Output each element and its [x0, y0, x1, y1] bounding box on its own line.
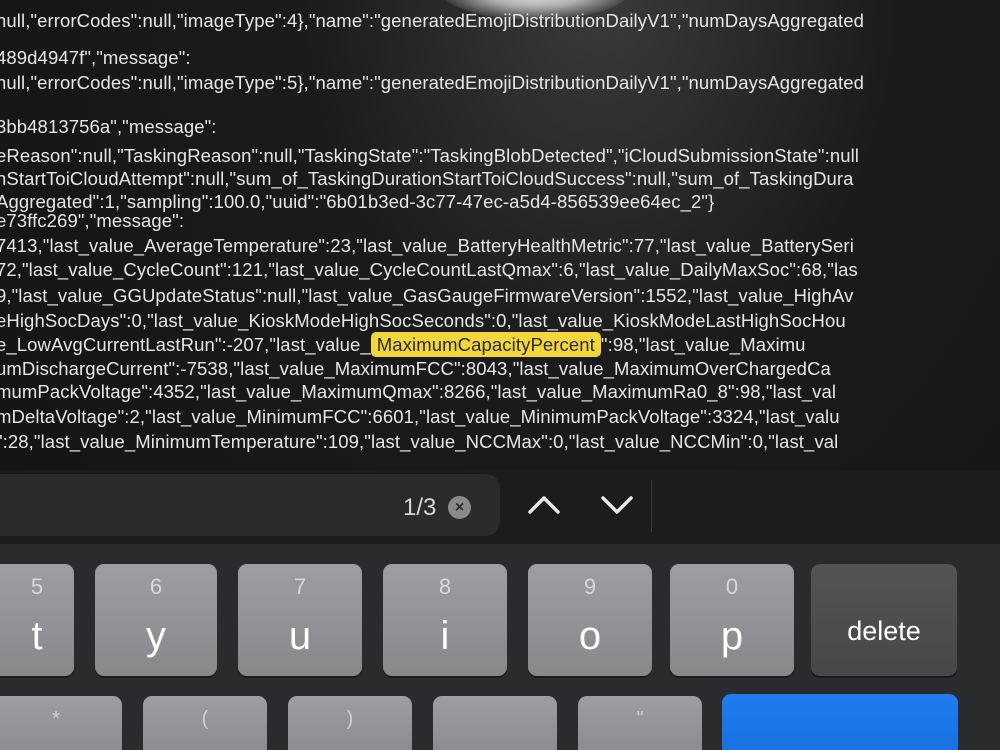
json-line: 489d4947f","message":	[0, 47, 191, 68]
key-number: 6	[149, 574, 163, 599]
screen: null,"errorCodes":null,"imageType":4},"n…	[0, 0, 1000, 750]
delete-key[interactable]: delete	[811, 564, 957, 676]
chevron-up-icon	[528, 496, 560, 514]
json-line: mDeltaVoltage":2,"last_value_MinimumFCC"…	[0, 406, 840, 427]
json-line: mumPackVoltage":4352,"last_value_Maximum…	[0, 381, 837, 402]
key-i[interactable]: 8 i	[383, 564, 507, 676]
key-number: 0	[725, 574, 739, 599]
key-u[interactable]: 7 u	[238, 564, 362, 676]
json-line: 9,"last_value_GGUpdateStatus":null,"last…	[0, 285, 854, 306]
key-open-paren[interactable]: (	[143, 696, 267, 750]
key-number: 7	[293, 574, 307, 599]
match-count: 1/3	[403, 494, 437, 521]
json-line: eHighSocDays":0,"last_value_KioskModeHig…	[0, 310, 846, 331]
clear-search-icon[interactable]: ×	[448, 496, 471, 519]
key-t[interactable]: 5 t	[0, 564, 74, 676]
key-letter: t	[31, 614, 43, 658]
json-line: e73ffc269","message":	[0, 210, 185, 231]
key-number: 5	[30, 574, 44, 599]
json-line: 3bb4813756a","message":	[0, 116, 217, 137]
search-return-key[interactable]	[722, 694, 958, 750]
key-symbol: )	[346, 708, 354, 730]
next-match-button[interactable]	[597, 488, 637, 522]
json-line: null,"errorCodes":null,"imageType":5},"n…	[0, 72, 865, 93]
key-y[interactable]: 6 y	[95, 564, 217, 676]
json-line: nStartToiCloudAttempt":null,"sum_of_Task…	[0, 168, 854, 189]
toolbar-divider	[651, 480, 652, 532]
json-line: 7413,"last_value_AverageTemperature":23,…	[0, 235, 854, 256]
key-asterisk[interactable]: *	[0, 696, 122, 750]
key-letter: o	[578, 614, 602, 658]
find-on-page-bar: 1/3 ×	[0, 470, 1000, 544]
key-o[interactable]: 9 o	[528, 564, 652, 676]
key-symbol: "	[636, 708, 644, 730]
key-p[interactable]: 0 p	[670, 564, 794, 676]
key-symbol: *	[52, 708, 60, 730]
json-line: umDischargeCurrent":-7538,"last_value_Ma…	[0, 358, 831, 379]
key-quote[interactable]: "	[578, 696, 702, 750]
find-search-field[interactable]: 1/3 ×	[0, 474, 500, 536]
previous-match-button[interactable]	[524, 488, 564, 522]
key-letter: p	[720, 614, 744, 658]
key-letter: y	[146, 614, 166, 658]
key-number: 9	[583, 574, 597, 599]
json-line: 72,"last_value_CycleCount":121,"last_val…	[0, 259, 858, 280]
delete-key-label: delete	[847, 616, 921, 646]
key-letter: i	[440, 614, 450, 658]
json-line: null,"errorCodes":null,"imageType":4},"n…	[0, 10, 865, 31]
json-line: eReason":null,"TaskingReason":null,"Task…	[0, 145, 860, 166]
on-screen-keyboard: 5 t 6 y 7 u 8 i 9 o 0 p delete * () "	[0, 544, 1000, 750]
key-number: 8	[438, 574, 452, 599]
key-close-paren[interactable]: )	[288, 696, 412, 750]
json-line-before: e_LowAvgCurrentLastRun":-207,"last_value…	[0, 334, 371, 355]
json-line: ":28,"last_value_MinimumTemperature":109…	[0, 431, 839, 452]
search-match-highlight: MaximumCapacityPercent	[370, 332, 601, 357]
chevron-down-icon	[601, 496, 633, 514]
json-line-after: ":98,"last_value_Maximu	[600, 334, 806, 355]
key-blank[interactable]	[433, 696, 557, 750]
key-symbol: (	[201, 708, 209, 730]
json-line-highlighted: e_LowAvgCurrentLastRun":-207,"last_value…	[0, 332, 806, 357]
json-text-area: null,"errorCodes":null,"imageType":4},"n…	[0, 0, 1000, 462]
key-letter: u	[288, 614, 312, 658]
